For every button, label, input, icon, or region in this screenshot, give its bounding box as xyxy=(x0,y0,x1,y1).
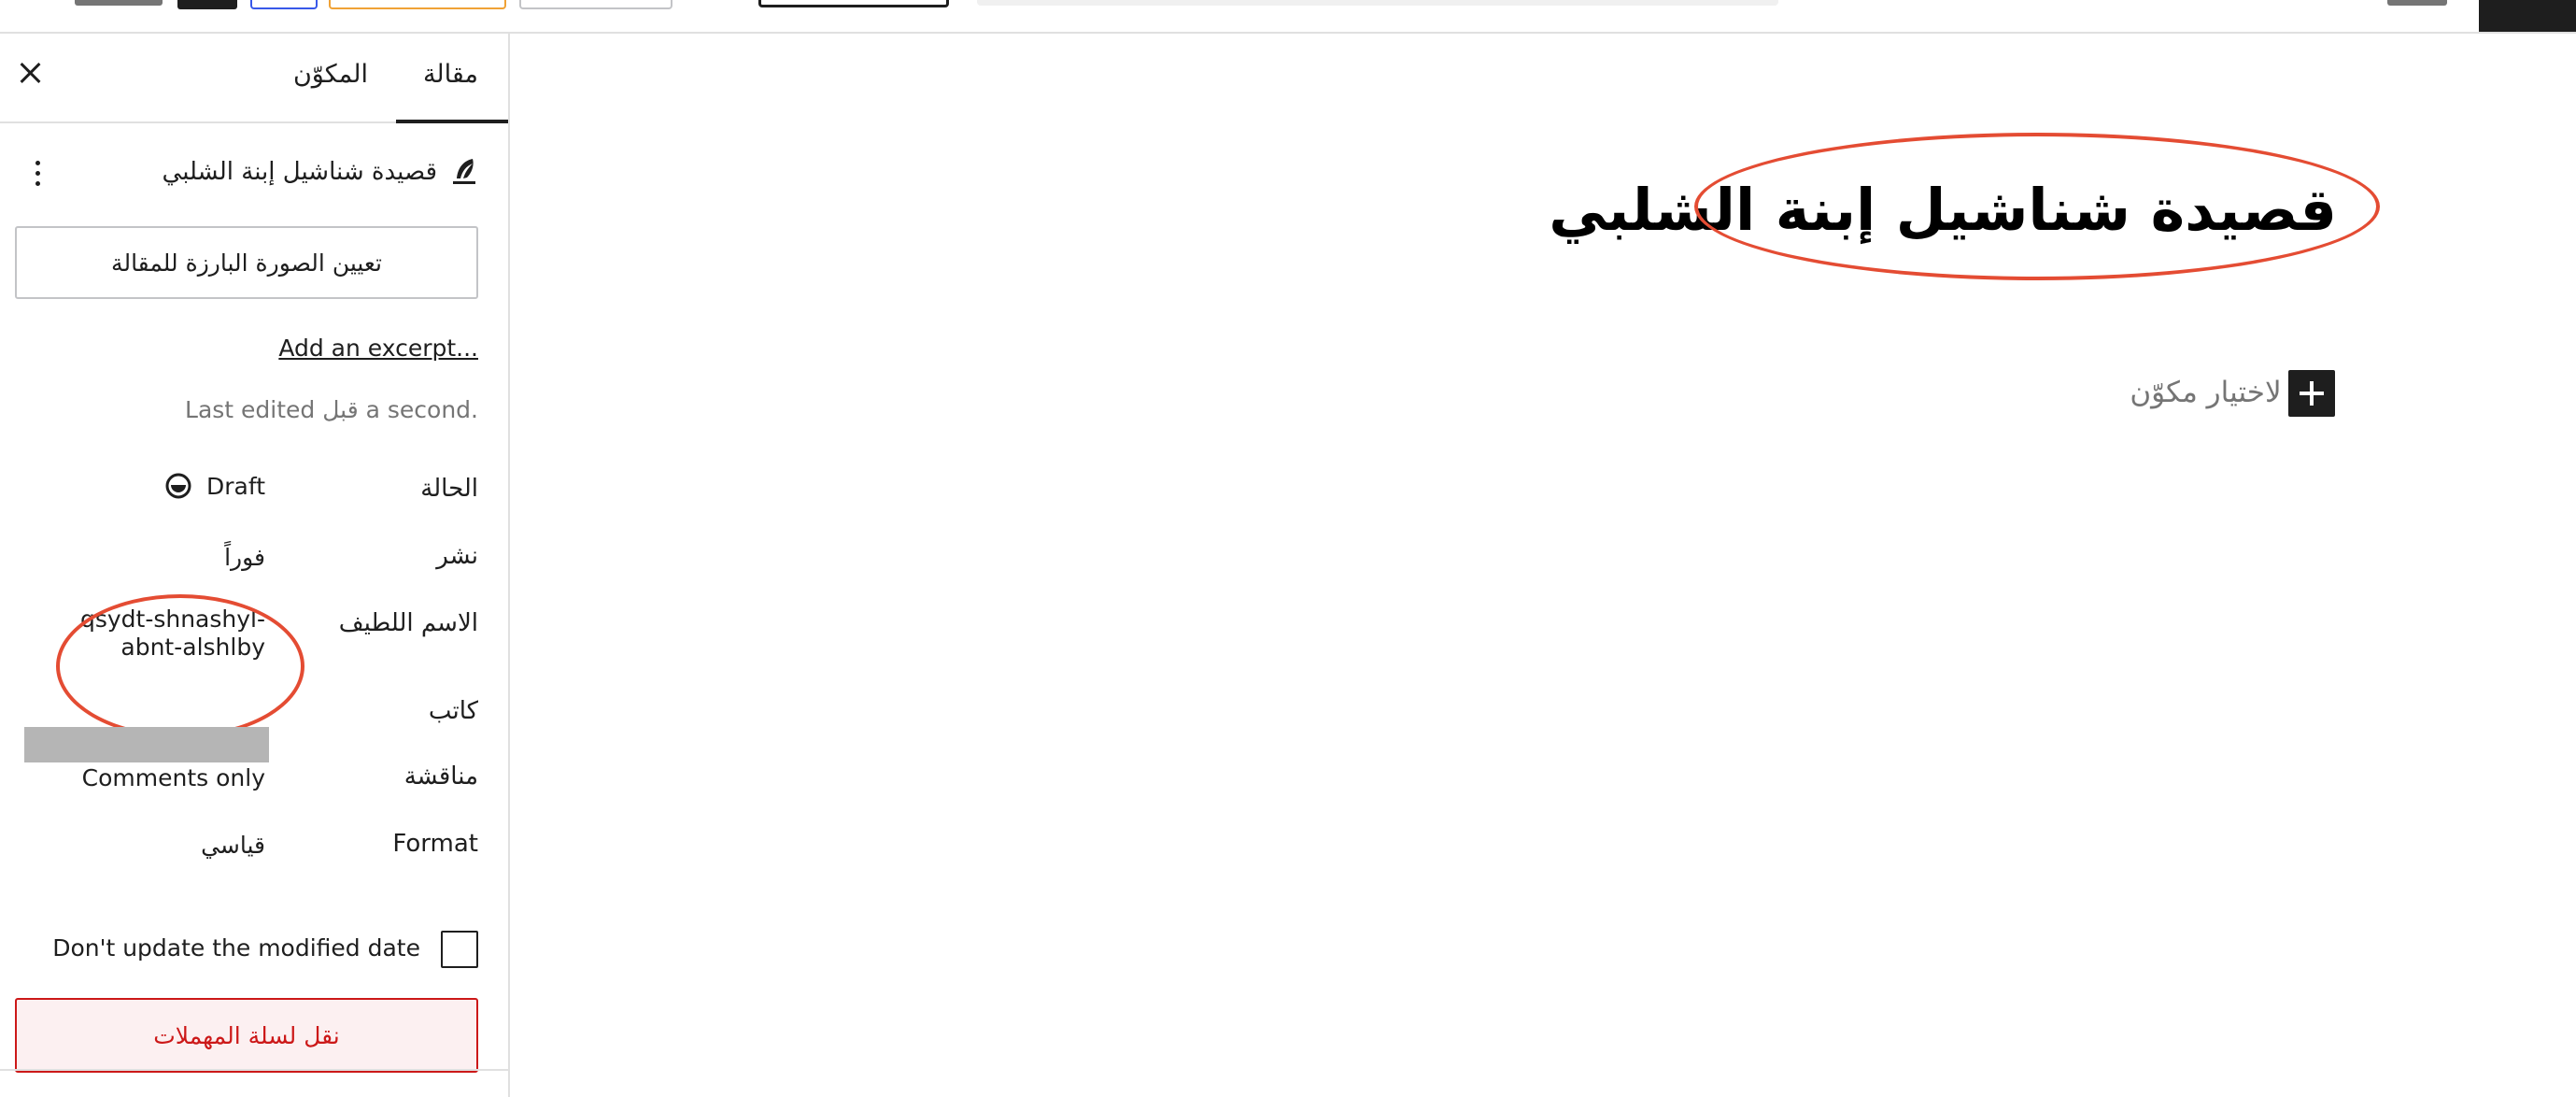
status-value: Draft xyxy=(205,472,265,500)
author-label: كاتب xyxy=(428,697,478,725)
sidebar-tabs: مقالة المكوّن xyxy=(0,34,508,123)
plus-icon[interactable] xyxy=(2288,370,2335,417)
move-to-trash-button[interactable]: نقل لسلة المهملات xyxy=(15,998,478,1073)
toolbar-button[interactable] xyxy=(250,0,318,9)
set-featured-image-button[interactable]: تعيين الصورة البارزة للمقالة xyxy=(15,226,478,299)
status-button[interactable]: Draft xyxy=(163,471,265,501)
discussion-value[interactable]: Comments only xyxy=(82,764,265,791)
top-toolbar xyxy=(0,0,2576,34)
annotation-circle xyxy=(1694,133,2380,280)
post-summary-title: قصيدة شناشيل إبنة الشلبي xyxy=(162,158,437,186)
settings-sidebar: مقالة المكوّن قصيدة شناشيل إبنة الشلبي ت… xyxy=(0,34,510,1097)
close-icon[interactable] xyxy=(17,60,43,86)
publish-label: نشر xyxy=(436,542,478,570)
tab-block[interactable]: المكوّن xyxy=(293,60,368,89)
toolbar-button[interactable] xyxy=(329,0,506,9)
command-bar[interactable] xyxy=(977,0,1778,6)
format-value[interactable]: قياسي xyxy=(201,832,265,859)
discussion-label: مناقشة xyxy=(403,762,478,791)
annotation-circle xyxy=(56,594,304,738)
active-tab-indicator xyxy=(396,120,508,123)
toolbar-button[interactable] xyxy=(758,0,949,7)
toolbar-button[interactable] xyxy=(75,0,163,6)
modified-date-checkbox[interactable] xyxy=(441,931,478,968)
modified-date-label: Don't update the modified date xyxy=(52,934,420,962)
toolbar-button[interactable] xyxy=(519,0,672,9)
toolbar-button[interactable] xyxy=(2387,0,2447,6)
toolbar-button[interactable] xyxy=(177,0,237,9)
publish-value[interactable]: فوراً xyxy=(224,544,265,571)
editor-canvas: قصيدة شناشيل إبنة الشلبي ب / لاختيار مكو… xyxy=(510,34,2576,1097)
slug-label: الاسم اللطيف xyxy=(338,609,478,637)
sidebar-divider xyxy=(0,1069,508,1071)
post-summary: قصيدة شناشيل إبنة الشلبي xyxy=(163,153,478,191)
last-edited-text: Last edited قبل a second. xyxy=(185,396,478,423)
status-label: الحالة xyxy=(420,475,478,503)
format-label: Format xyxy=(392,830,478,858)
status-draft-icon xyxy=(165,473,191,499)
feather-icon xyxy=(453,159,475,184)
author-select[interactable] xyxy=(24,727,269,762)
add-excerpt-link[interactable]: Add an excerpt... xyxy=(278,335,478,362)
more-vertical-icon[interactable] xyxy=(28,157,47,191)
tab-post[interactable]: مقالة xyxy=(423,60,478,89)
toolbar-button[interactable] xyxy=(2479,0,2576,32)
